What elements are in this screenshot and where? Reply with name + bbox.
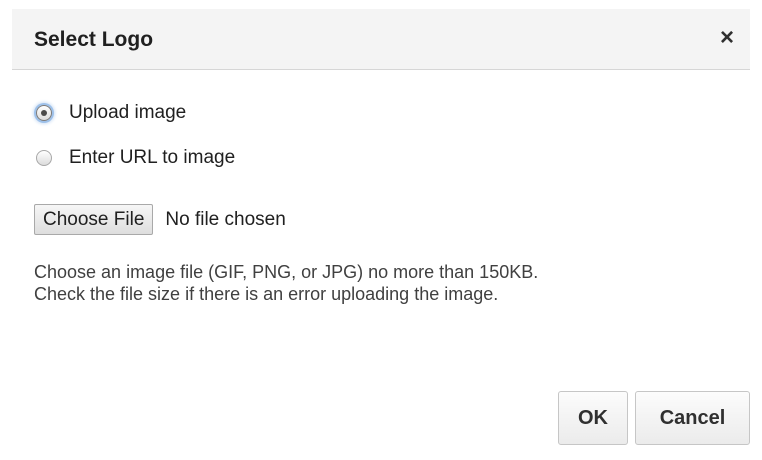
dialog-title: Select Logo (34, 28, 154, 51)
upload-image-option[interactable]: Upload image (36, 100, 186, 126)
close-icon[interactable]: × (710, 21, 744, 55)
ok-button[interactable]: OK (558, 391, 628, 445)
enter-url-label[interactable]: Enter URL to image (69, 147, 235, 169)
cancel-button[interactable]: Cancel (635, 391, 750, 445)
enter-url-radio[interactable] (36, 150, 52, 166)
upload-image-label[interactable]: Upload image (69, 102, 186, 124)
help-text: Choose an image file (GIF, PNG, or JPG) … (34, 261, 538, 305)
file-input: Choose File No file chosen (34, 203, 286, 236)
upload-image-radio[interactable] (36, 105, 52, 121)
help-text-line-1: Choose an image file (GIF, PNG, or JPG) … (34, 262, 539, 282)
file-status-text: No file chosen (165, 208, 286, 230)
enter-url-option[interactable]: Enter URL to image (36, 145, 235, 171)
choose-file-button[interactable]: Choose File (34, 204, 154, 235)
help-text-line-2: Check the file size if there is an error… (34, 284, 499, 304)
dialog-header: Select Logo × (12, 9, 750, 70)
select-logo-dialog: Select Logo × Upload image Enter URL to … (0, 0, 762, 460)
